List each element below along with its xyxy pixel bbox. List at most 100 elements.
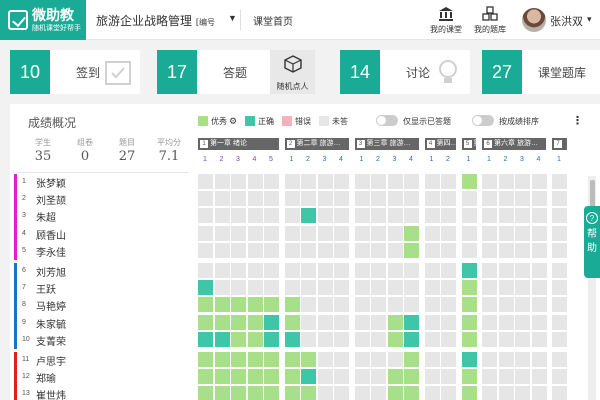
student-name[interactable]: 刘圣颉 (36, 192, 66, 207)
chevron-down-icon[interactable]: ▼ (228, 13, 237, 23)
score-cell[interactable] (247, 225, 263, 241)
score-cell[interactable] (387, 242, 403, 258)
score-cell[interactable] (498, 242, 514, 258)
question-number[interactable]: 1 (355, 156, 369, 163)
score-cell[interactable] (461, 225, 477, 241)
score-cell[interactable] (334, 225, 349, 241)
score-cell[interactable] (424, 314, 440, 330)
score-cell[interactable] (498, 297, 514, 313)
score-cell[interactable] (247, 263, 263, 278)
score-cell[interactable] (531, 174, 547, 189)
score-cell[interactable] (214, 369, 230, 385)
score-cell[interactable] (552, 369, 567, 385)
score-cell[interactable] (482, 331, 497, 347)
score-cell[interactable] (552, 386, 567, 400)
score-cell[interactable] (424, 331, 440, 347)
score-cell[interactable] (515, 386, 530, 400)
score-cell[interactable] (482, 242, 497, 258)
score-cell[interactable] (387, 174, 403, 189)
score-cell[interactable] (214, 331, 230, 347)
score-cell[interactable] (301, 242, 316, 258)
score-cell[interactable] (354, 174, 370, 189)
help-tab[interactable]: ? 帮助 (584, 206, 600, 278)
score-cell[interactable] (498, 174, 514, 189)
question-number[interactable]: 5 (264, 156, 278, 163)
score-cell[interactable] (354, 191, 370, 207)
student-name[interactable]: 李永佳 (36, 244, 66, 259)
score-cell[interactable] (334, 297, 349, 313)
score-cell[interactable] (264, 314, 279, 330)
score-cell[interactable] (461, 280, 477, 296)
score-cell[interactable] (264, 208, 279, 224)
score-cell[interactable] (461, 314, 477, 330)
score-cell[interactable] (482, 297, 497, 313)
score-cell[interactable] (334, 263, 349, 278)
score-cell[interactable] (498, 263, 514, 278)
score-cell[interactable] (441, 369, 456, 385)
score-cell[interactable] (317, 280, 333, 296)
score-cell[interactable] (301, 314, 316, 330)
score-cell[interactable] (441, 331, 456, 347)
score-cell[interactable] (441, 352, 456, 367)
score-cell[interactable] (247, 297, 263, 313)
question-number[interactable]: 2 (499, 156, 513, 163)
score-cell[interactable] (284, 297, 300, 313)
score-cell[interactable] (552, 352, 567, 367)
score-cell[interactable] (247, 386, 263, 400)
score-cell[interactable] (247, 280, 263, 296)
score-cell[interactable] (424, 386, 440, 400)
score-cell[interactable] (424, 369, 440, 385)
score-cell[interactable] (198, 369, 213, 385)
score-cell[interactable] (531, 208, 547, 224)
score-cell[interactable] (198, 225, 213, 241)
score-cell[interactable] (317, 174, 333, 189)
student-name[interactable]: 崔世炜 (36, 387, 66, 400)
score-cell[interactable] (301, 331, 316, 347)
score-cell[interactable] (264, 174, 279, 189)
question-number[interactable]: 2 (301, 156, 315, 163)
score-cell[interactable] (461, 352, 477, 367)
score-cell[interactable] (247, 331, 263, 347)
legend-unanswered[interactable]: 未答 (319, 116, 348, 127)
score-cell[interactable] (334, 174, 349, 189)
course-selector[interactable]: 旅游企业战略管理 [编号 (96, 12, 215, 29)
score-cell[interactable] (531, 386, 547, 400)
score-cell[interactable] (264, 263, 279, 278)
score-cell[interactable] (284, 314, 300, 330)
score-cell[interactable] (371, 314, 386, 330)
score-cell[interactable] (424, 352, 440, 367)
score-cell[interactable] (387, 263, 403, 278)
score-cell[interactable] (354, 208, 370, 224)
score-cell[interactable] (424, 263, 440, 278)
score-cell[interactable] (404, 280, 419, 296)
score-cell[interactable] (354, 242, 370, 258)
score-cell[interactable] (284, 280, 300, 296)
score-cell[interactable] (354, 352, 370, 367)
score-cell[interactable] (214, 280, 230, 296)
score-cell[interactable] (515, 225, 530, 241)
score-cell[interactable] (284, 386, 300, 400)
score-cell[interactable] (264, 225, 279, 241)
score-cell[interactable] (387, 369, 403, 385)
score-cell[interactable] (404, 352, 419, 367)
my-bank-button[interactable]: 我的题库 (470, 6, 510, 35)
score-cell[interactable] (264, 386, 279, 400)
score-cell[interactable] (198, 352, 213, 367)
score-cell[interactable] (515, 314, 530, 330)
score-cell[interactable] (387, 331, 403, 347)
score-cell[interactable] (301, 297, 316, 313)
score-cell[interactable] (515, 242, 530, 258)
score-cell[interactable] (214, 386, 230, 400)
score-cell[interactable] (531, 263, 547, 278)
score-cell[interactable] (552, 314, 567, 330)
score-cell[interactable] (354, 280, 370, 296)
question-number[interactable]: 2 (441, 156, 455, 163)
random-pick-button[interactable]: 随机点人 (270, 50, 315, 94)
score-cell[interactable] (404, 331, 419, 347)
score-cell[interactable] (531, 191, 547, 207)
student-name[interactable]: 王跃 (36, 281, 56, 296)
score-cell[interactable] (231, 242, 246, 258)
legend-correct[interactable]: 正确 (245, 116, 274, 127)
score-cell[interactable] (552, 174, 567, 189)
score-cell[interactable] (247, 242, 263, 258)
